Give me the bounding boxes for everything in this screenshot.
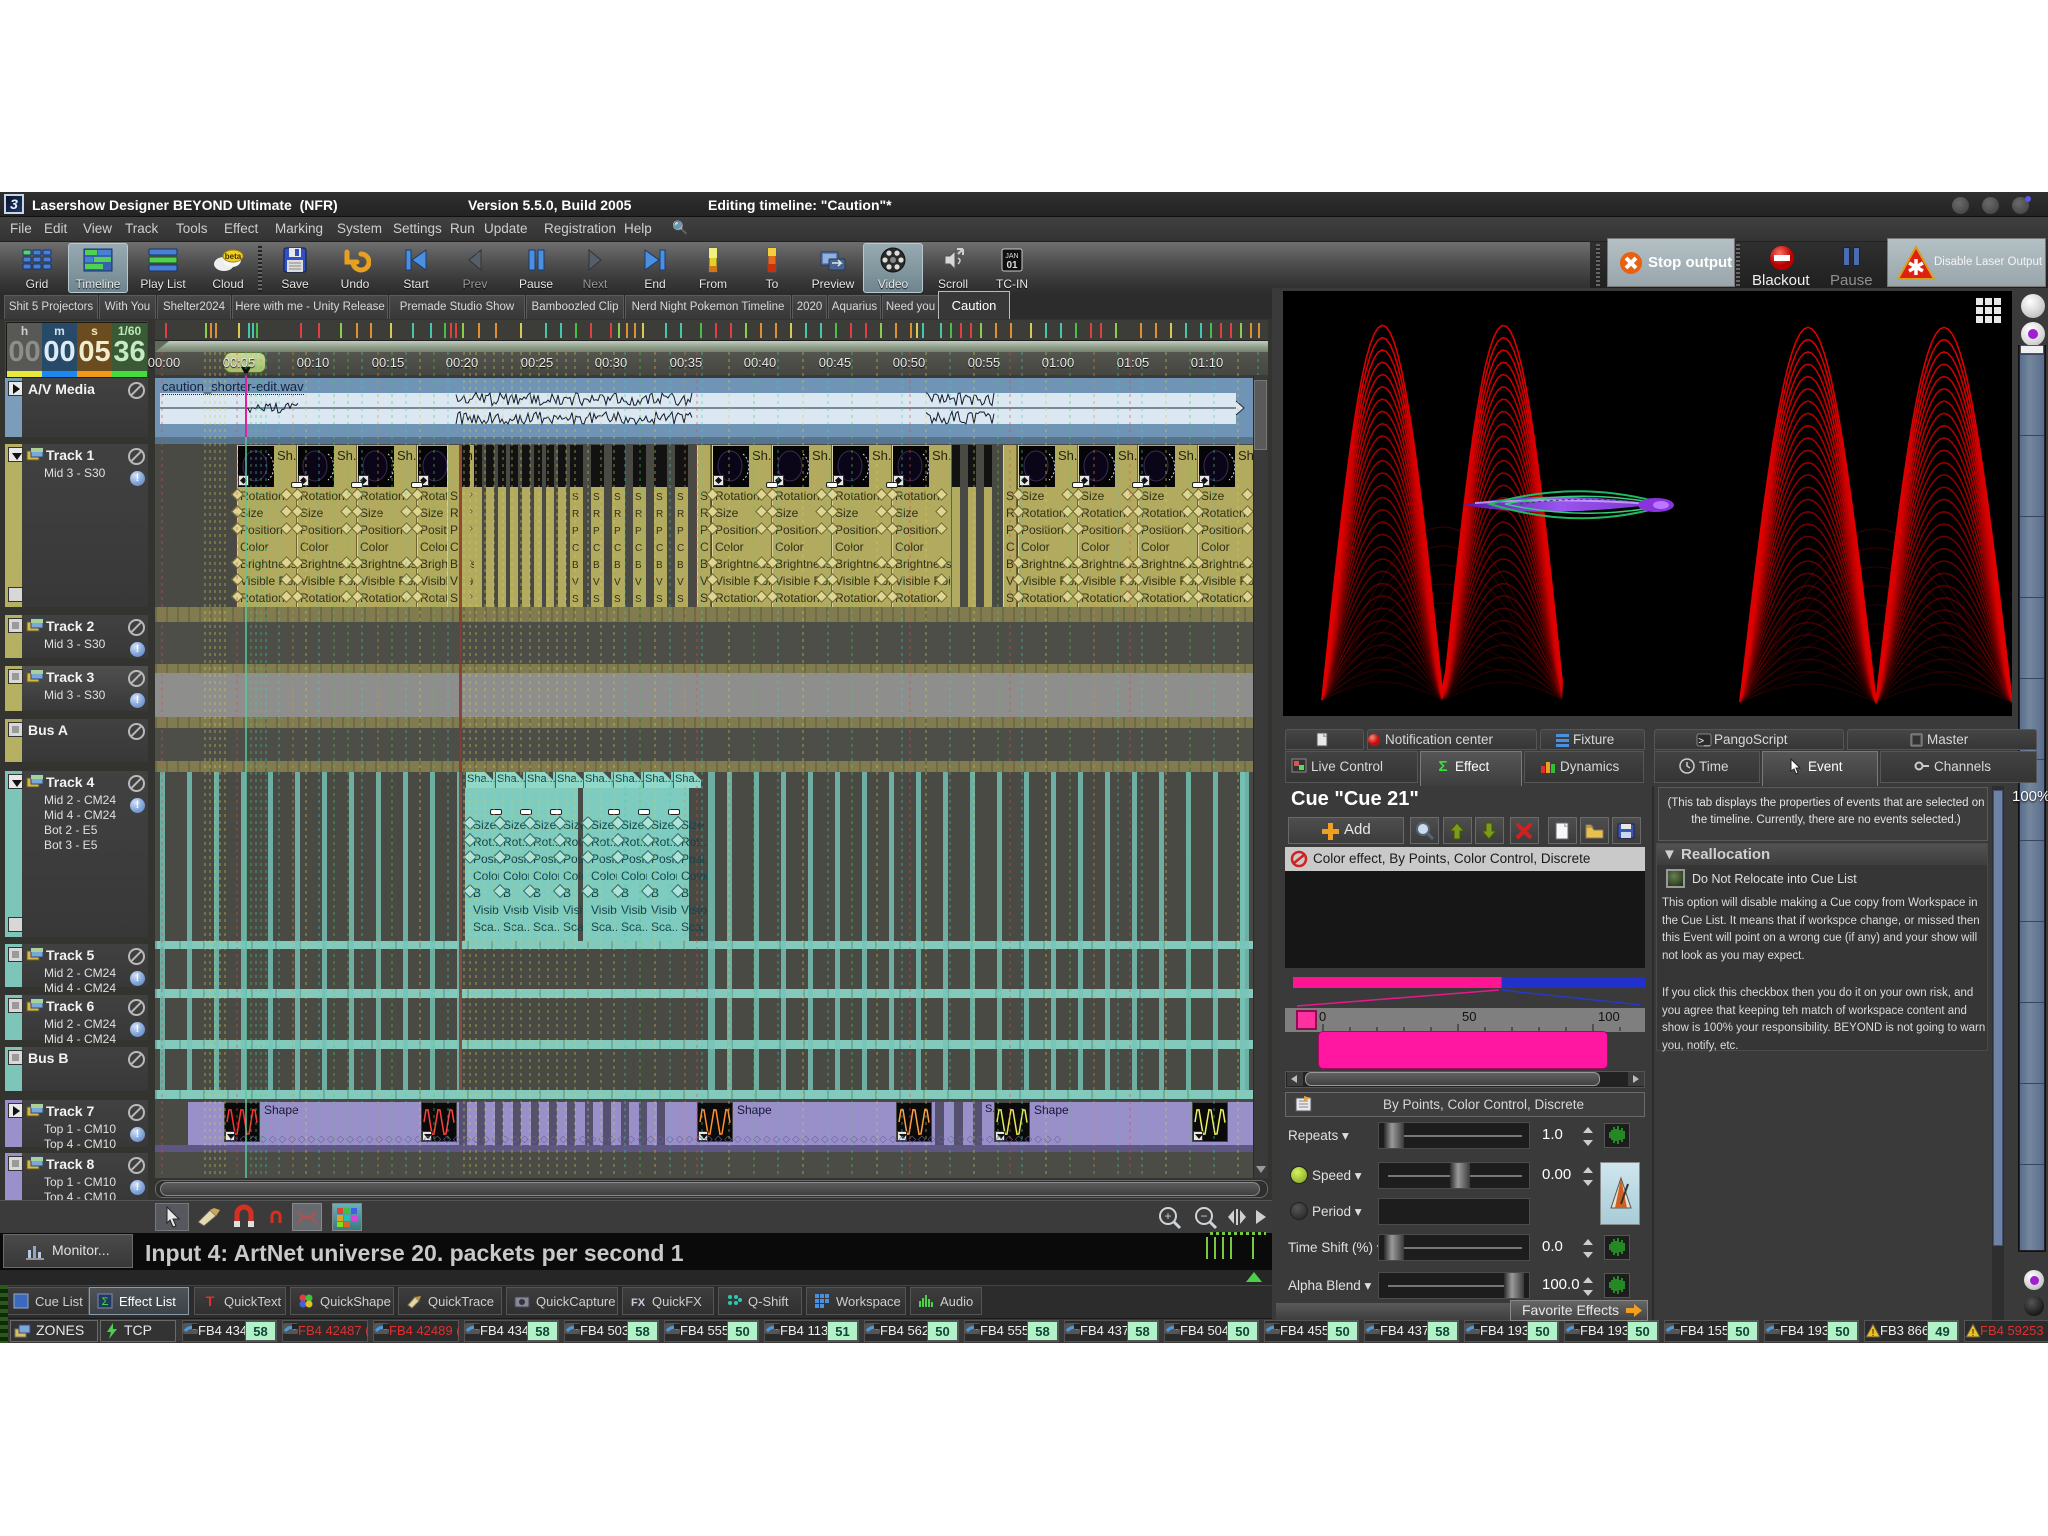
svg-text:!: !: [1872, 1328, 1875, 1338]
svg-text:T: T: [206, 1293, 215, 1309]
svg-text:FX: FX: [631, 1297, 646, 1309]
svg-text:>_: >_: [1698, 736, 1710, 747]
svg-text:Σ: Σ: [102, 1296, 109, 1308]
svg-text:+: +: [1164, 1209, 1171, 1223]
svg-text:!: !: [1972, 1328, 1975, 1338]
svg-text:−: −: [1200, 1209, 1207, 1223]
svg-text:Σ: Σ: [1438, 758, 1447, 775]
